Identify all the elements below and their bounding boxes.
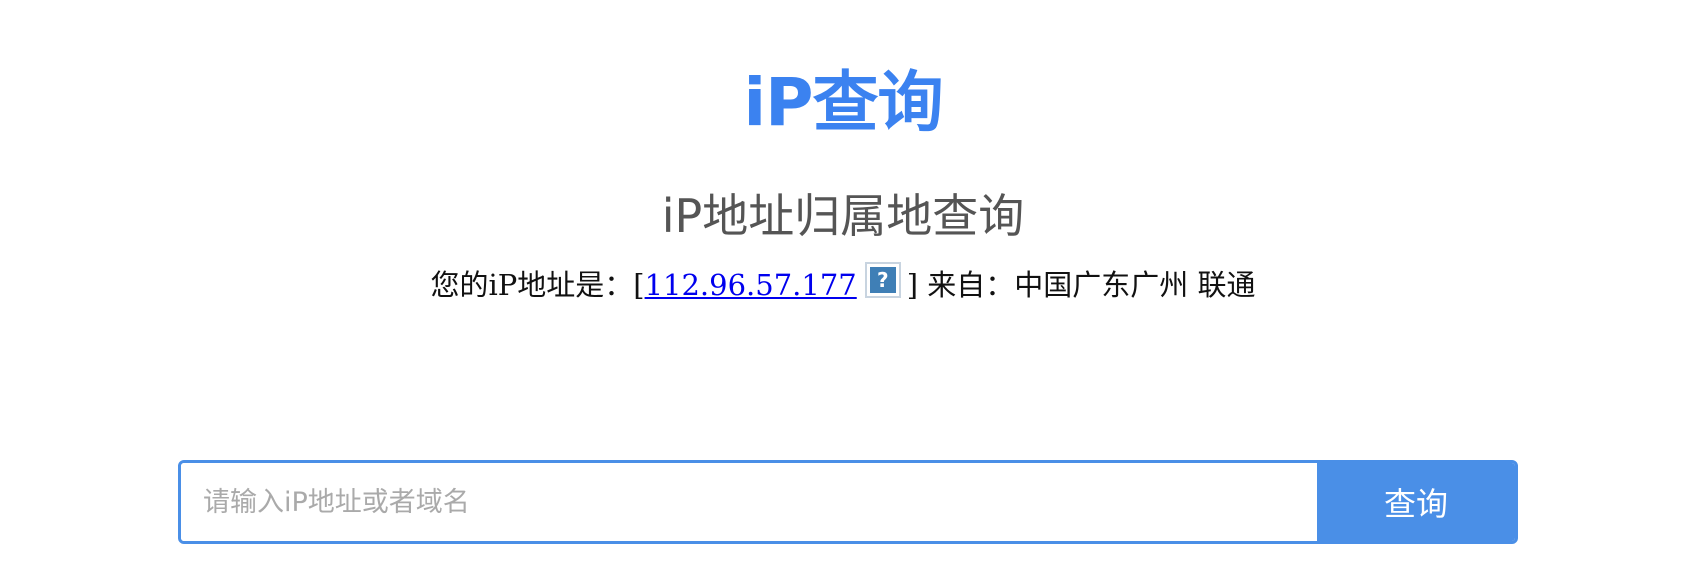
logo-text: iP查询 — [743, 64, 944, 141]
ip-info-line: 您的iP地址是：[112.96.57.177? ] 来自：中国广东广州 联通 — [0, 262, 1686, 306]
ip-address-link[interactable]: 112.96.57.177 — [645, 268, 857, 302]
question-icon[interactable]: ? — [864, 262, 901, 298]
logo: iP查询 — [0, 62, 1686, 144]
ip-info-prefix: 您的iP地址是：[ — [430, 268, 645, 302]
search-input[interactable] — [181, 463, 1317, 541]
search-button[interactable]: 查询 — [1317, 463, 1515, 541]
search-form: 查询 — [178, 460, 1518, 544]
question-icon-glyph: ? — [869, 267, 896, 293]
ip-info-suffix: ] 来自：中国广东广州 联通 — [906, 268, 1256, 302]
page-title: iP地址归属地查询 — [661, 189, 1025, 243]
